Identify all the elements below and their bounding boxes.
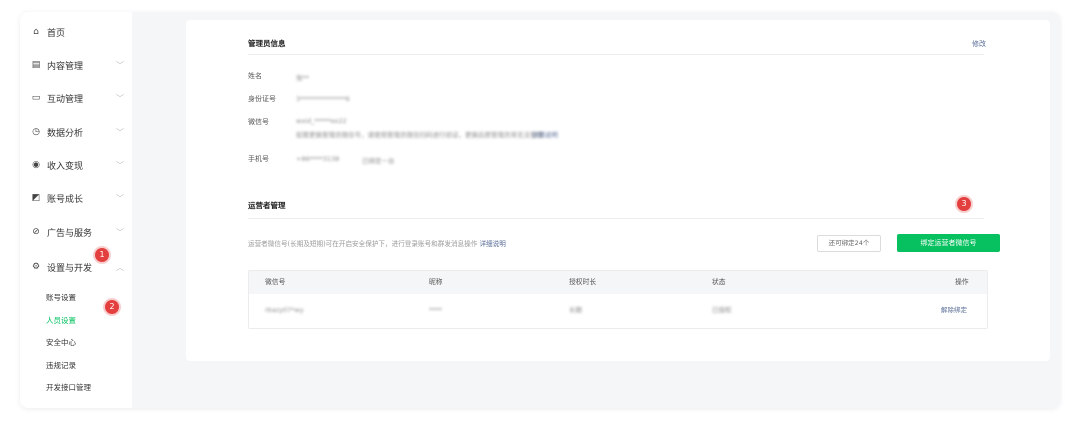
name-value: 张** xyxy=(296,74,309,82)
sidebar-item-ads[interactable]: ⊘ 广告与服务 ﹀ xyxy=(20,222,132,242)
column-header-status: 状态 xyxy=(712,278,726,286)
sidebar-subitem-security[interactable]: 安全中心 xyxy=(46,337,76,348)
chat-icon: ▭ xyxy=(31,93,41,103)
cell-status: 已授权 xyxy=(712,306,732,314)
wechat-label: 微信号 xyxy=(248,118,269,126)
sidebar-item-label: 账号成长 xyxy=(47,194,84,205)
sidebar-item-label: 数据分析 xyxy=(47,128,84,139)
id-label: 身份证号 xyxy=(248,95,276,103)
sidebar-item-content[interactable]: ▤ 内容管理 ﹀ xyxy=(20,55,132,75)
chevron-down-icon: ﹀ xyxy=(116,227,124,237)
operators-description: 运营者微信号(长期及短期)可在开启安全保护下，进行登录账号和群发消息操作 详细说… xyxy=(248,238,506,248)
sidebar-item-home[interactable]: ⌂ 首页 xyxy=(20,22,132,42)
wechat-detail-link[interactable]: 详情说明 xyxy=(532,129,558,139)
description-text: 运营者微信号(长期及短期)可在开启安全保护下，进行登录账号和群发消息操作 xyxy=(248,240,478,248)
step-badge-1: 1 xyxy=(95,248,109,262)
cell-wechat: rbazy07*wy xyxy=(265,306,304,314)
clock-icon: ◷ xyxy=(32,127,40,137)
name-label: 姓名 xyxy=(248,72,262,80)
sidebar-item-label: 广告与服务 xyxy=(47,228,93,239)
column-header-nickname: 昵称 xyxy=(429,278,443,286)
details-link[interactable]: 详细说明 xyxy=(479,240,505,248)
divider xyxy=(248,218,984,219)
sidebar-item-growth[interactable]: ◩ 账号成长 ﹀ xyxy=(20,188,132,208)
edit-link[interactable]: 修改 xyxy=(972,39,986,49)
quota-indicator: 还可绑定24个 xyxy=(817,235,881,252)
sidebar-item-label: 首页 xyxy=(47,28,66,39)
app-frame: ⌂ 首页 ▤ 内容管理 ﹀ ▭ 互动管理 ﹀ ◷ 数据分析 ﹀ ◉ 收入变现 ﹀… xyxy=(20,12,1060,408)
sidebar-item-label: 收入变现 xyxy=(47,161,84,172)
step-badge-3: 3 xyxy=(957,197,971,211)
check-circle-icon: ⊘ xyxy=(32,227,40,237)
cell-duration: 长期 xyxy=(569,306,582,314)
sidebar-item-settings[interactable]: ⚙ 设置与开发 ︿ xyxy=(20,257,132,277)
step-badge-2: 2 xyxy=(105,300,119,314)
operators-table: 微信号 昵称 授权时长 状态 操作 rbazy07*wy **** 长期 已授权… xyxy=(248,270,988,329)
chevron-down-icon: ﹀ xyxy=(116,93,124,103)
sidebar-subitem-people[interactable]: 人员设置 xyxy=(46,315,76,326)
sidebar-item-label: 设置与开发 xyxy=(47,263,93,274)
phone-value-extra: 已绑定一台 xyxy=(362,157,395,165)
phone-label: 手机号 xyxy=(248,155,269,163)
cell-nickname: **** xyxy=(429,306,442,314)
sidebar-item-monetization[interactable]: ◉ 收入变现 ﹀ xyxy=(20,155,132,175)
chart-icon: ◩ xyxy=(31,193,41,203)
table-header: 微信号 昵称 授权时长 状态 操作 xyxy=(249,271,987,294)
chevron-down-icon: ﹀ xyxy=(116,60,124,70)
document-icon: ▤ xyxy=(31,60,41,70)
unbind-link[interactable]: 解除绑定 xyxy=(941,294,967,327)
wechat-detail: 如需更换管理员微信号，请使用管理员微信扫码进行验证，更换后原管理员将无法登录 xyxy=(296,131,543,139)
home-icon: ⌂ xyxy=(33,27,39,37)
sidebar-subitem-violations[interactable]: 违规记录 xyxy=(46,360,76,371)
sidebar: ⌂ 首页 ▤ 内容管理 ﹀ ▭ 互动管理 ﹀ ◷ 数据分析 ﹀ ◉ 收入变现 ﹀… xyxy=(20,12,132,408)
chevron-down-icon: ﹀ xyxy=(116,127,124,137)
sidebar-item-interaction[interactable]: ▭ 互动管理 ﹀ xyxy=(20,88,132,108)
sidebar-item-analytics[interactable]: ◷ 数据分析 ﹀ xyxy=(20,122,132,142)
chevron-up-icon: ︿ xyxy=(116,262,124,272)
wechat-value: wxid_*****ex22 xyxy=(296,117,347,125)
column-header-wechat: 微信号 xyxy=(265,278,286,286)
bind-operator-button[interactable]: 绑定运营者微信号 xyxy=(897,234,1000,252)
id-value: 3**************6 xyxy=(296,95,350,103)
divider xyxy=(248,54,984,55)
sidebar-subitem-account[interactable]: 账号设置 xyxy=(46,292,76,303)
column-header-duration: 授权时长 xyxy=(569,278,597,286)
coin-icon: ◉ xyxy=(32,160,40,170)
main-card: 管理员信息 修改 姓名 张** 身份证号 3**************6 微信… xyxy=(186,20,1050,361)
phone-value: +86****3138 xyxy=(296,155,340,163)
operators-section-title: 运营者管理 xyxy=(248,201,286,210)
sidebar-item-label: 互动管理 xyxy=(47,94,84,105)
chevron-down-icon: ﹀ xyxy=(116,193,124,203)
column-header-action: 操作 xyxy=(955,278,969,286)
gear-icon: ⚙ xyxy=(31,262,41,272)
sidebar-item-label: 内容管理 xyxy=(47,61,84,72)
admin-section-title: 管理员信息 xyxy=(248,39,286,48)
sidebar-subitem-api[interactable]: 开发接口管理 xyxy=(46,382,91,393)
chevron-down-icon: ﹀ xyxy=(116,160,124,170)
